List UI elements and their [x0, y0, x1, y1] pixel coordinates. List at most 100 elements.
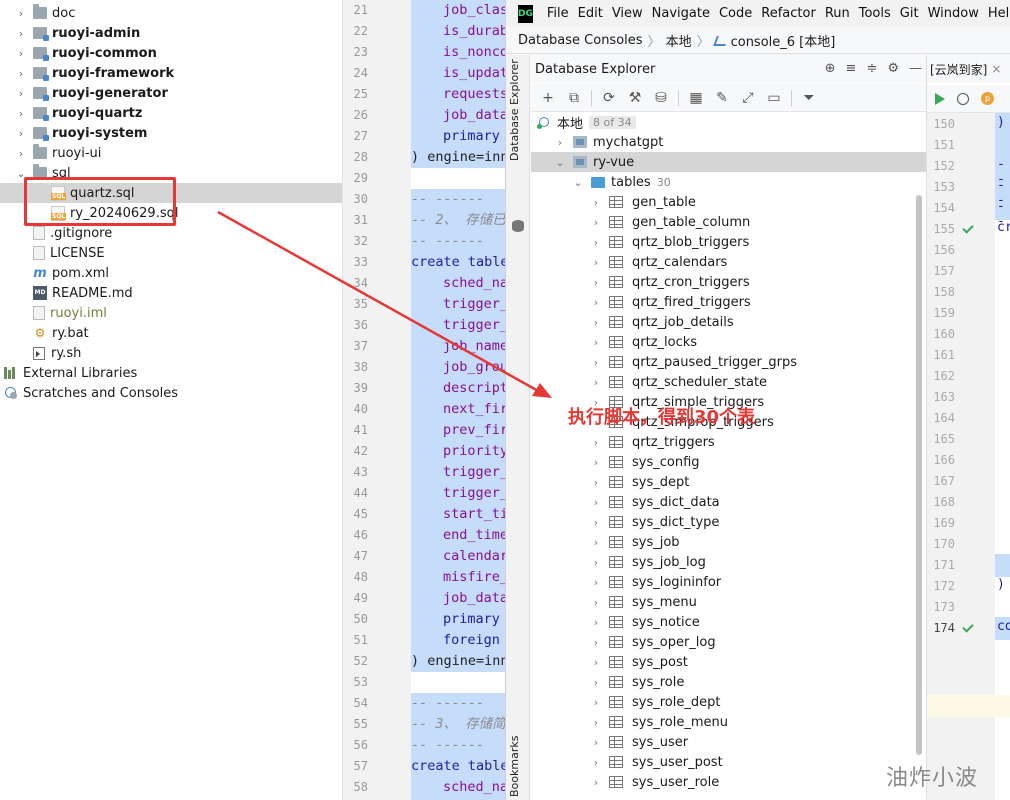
chevron-right-icon[interactable]: ›: [589, 776, 603, 789]
data-source-icon[interactable]: ⛁: [652, 90, 670, 106]
tree-row[interactable]: › sys_user_post: [531, 752, 926, 772]
history-icon[interactable]: [957, 92, 969, 105]
chevron-right-icon[interactable]: ›: [14, 87, 28, 100]
code-line[interactable]: [411, 672, 505, 693]
tree-row[interactable]: › sys_post: [531, 652, 926, 672]
locate-icon[interactable]: ⊕: [825, 61, 836, 76]
chevron-right-icon[interactable]: ›: [589, 256, 603, 269]
tree-row[interactable]: › qrtz_cron_triggers: [531, 272, 926, 292]
project-tree-item[interactable]: › ruoyi-admin: [0, 23, 342, 43]
code-line[interactable]: foreign: [411, 630, 505, 651]
tree-row[interactable]: › sys_job: [531, 532, 926, 552]
project-tree-item[interactable]: › ruoyi-quartz: [0, 103, 342, 123]
chevron-right-icon[interactable]: ›: [589, 736, 603, 749]
project-tree-item[interactable]: ⚙ ry.bat: [0, 323, 342, 343]
code-line[interactable]: ) engine=inn: [411, 147, 505, 168]
chevron-right-icon[interactable]: ›: [589, 616, 603, 629]
chevron-right-icon[interactable]: ›: [14, 107, 28, 120]
tree-row[interactable]: › sys_role: [531, 672, 926, 692]
code-line[interactable]: job_name: [411, 336, 505, 357]
filter-icon[interactable]: ⏷: [800, 90, 818, 106]
code-line[interactable]: start_ti: [411, 504, 505, 525]
tree-row[interactable]: › qrtz_paused_trigger_grps: [531, 352, 926, 372]
tree-row[interactable]: › qrtz_scheduler_state: [531, 372, 926, 392]
code-line[interactable]: trigger_: [411, 315, 505, 336]
code-line[interactable]: -- ------: [411, 189, 505, 210]
code-line[interactable]: is_updat: [411, 63, 505, 84]
chevron-right-icon[interactable]: ›: [14, 127, 28, 140]
tree-row[interactable]: › qrtz_locks: [531, 332, 926, 352]
code-line[interactable]: trigger_: [411, 462, 505, 483]
chevron-right-icon[interactable]: ›: [589, 756, 603, 769]
tree-row[interactable]: › gen_table: [531, 192, 926, 212]
code-line[interactable]: -- ------: [411, 735, 505, 756]
project-tree-item[interactable]: LICENSE: [0, 243, 342, 263]
menu-tools[interactable]: Tools: [859, 6, 891, 21]
chevron-right-icon[interactable]: ›: [589, 656, 603, 669]
run-icon[interactable]: [935, 92, 945, 105]
menu-edit[interactable]: Edit: [578, 6, 603, 21]
code-line[interactable]: primary: [411, 126, 505, 147]
code-line[interactable]: job_grou: [411, 357, 505, 378]
project-tree-item[interactable]: ry.sh: [0, 343, 342, 363]
project-tree-item[interactable]: › ruoyi-generator: [0, 83, 342, 103]
chevron-right-icon[interactable]: ›: [589, 436, 603, 449]
chevron-right-icon[interactable]: ›: [589, 516, 603, 529]
tree-row[interactable]: › mychatgpt: [531, 132, 926, 152]
sql-editor[interactable]: 21 job_clas 22 is_durab 23 is_nonco 24 is_updat…: [343, 0, 505, 800]
chevron-down-icon[interactable]: ⌄: [571, 176, 585, 189]
transaction-mode-icon[interactable]: p: [981, 92, 994, 105]
code-line[interactable]: descript: [411, 378, 505, 399]
code-line[interactable]: trigger_: [411, 294, 505, 315]
tree-row[interactable]: › sys_oper_log: [531, 632, 926, 652]
chevron-right-icon[interactable]: ›: [14, 67, 28, 80]
tree-scrollbar[interactable]: [916, 195, 922, 755]
bookmarks-side-tab[interactable]: Bookmarks: [508, 736, 521, 797]
chevron-down-icon[interactable]: ⌄: [553, 156, 567, 169]
chevron-right-icon[interactable]: ›: [14, 7, 28, 20]
tree-row[interactable]: ⌄ ry-vue: [531, 152, 926, 172]
chevron-right-icon[interactable]: ›: [14, 47, 28, 60]
properties-icon[interactable]: ⚒: [626, 90, 644, 106]
project-tree-item[interactable]: › ruoyi-ui: [0, 143, 342, 163]
code-line[interactable]: -- 2、 存储已: [411, 210, 505, 231]
console-code-snippet[interactable]: cr: [997, 220, 1010, 235]
project-tree-item[interactable]: › doc: [0, 3, 342, 23]
tree-row[interactable]: › sys_user_role: [531, 772, 926, 792]
code-line[interactable]: end_time: [411, 525, 505, 546]
menu-window[interactable]: Window: [928, 6, 979, 21]
code-line[interactable]: misfire_: [411, 567, 505, 588]
tree-row[interactable]: › qrtz_blob_triggers: [531, 232, 926, 252]
chevron-right-icon[interactable]: ›: [589, 456, 603, 469]
tree-row[interactable]: › sys_dept: [531, 472, 926, 492]
gear-icon[interactable]: ⚙: [887, 61, 899, 76]
console-code-snippet[interactable]: co: [997, 619, 1010, 634]
minimize-icon[interactable]: —: [909, 61, 922, 76]
project-tree-item[interactable]: ›External Libraries: [0, 363, 342, 383]
tree-row[interactable]: 本地 8 of 34: [531, 112, 926, 132]
chevron-right-icon[interactable]: ›: [553, 136, 567, 149]
breadcrumb-console[interactable]: console_6 [本地]: [731, 31, 836, 50]
chevron-right-icon[interactable]: ›: [589, 596, 603, 609]
code-line[interactable]: trigger_: [411, 483, 505, 504]
console-tab[interactable]: [云岚到家] ×: [927, 55, 1010, 83]
chevron-right-icon[interactable]: ›: [14, 27, 28, 40]
refresh-icon[interactable]: ⟳: [600, 90, 618, 106]
chevron-right-icon[interactable]: ›: [589, 476, 603, 489]
edit-icon[interactable]: ✎: [713, 90, 731, 106]
menu-git[interactable]: Git: [900, 6, 919, 21]
tree-row[interactable]: › qrtz_calendars: [531, 252, 926, 272]
tree-row[interactable]: › sys_user: [531, 732, 926, 752]
chevron-right-icon[interactable]: ›: [589, 276, 603, 289]
menu-code[interactable]: Code: [719, 6, 752, 21]
tree-row[interactable]: › gen_table_column: [531, 212, 926, 232]
chevron-right-icon[interactable]: ›: [589, 696, 603, 709]
code-line[interactable]: requests: [411, 84, 505, 105]
menu-file[interactable]: File: [547, 6, 569, 21]
project-tree-item[interactable]: Scratches and Consoles: [0, 383, 342, 403]
code-line[interactable]: is_durab: [411, 21, 505, 42]
breadcrumb-root[interactable]: Database Consoles: [518, 33, 643, 48]
breadcrumb-node[interactable]: 本地: [666, 31, 692, 50]
tree-row[interactable]: ⌄ tables 30: [531, 172, 926, 192]
chevron-right-icon[interactable]: ›: [589, 316, 603, 329]
